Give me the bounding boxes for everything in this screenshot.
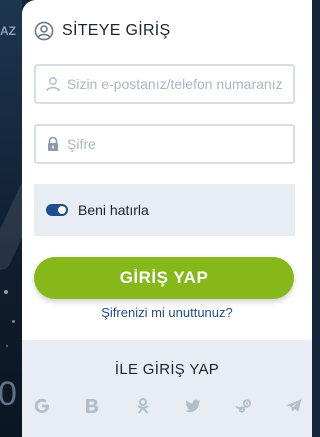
login-header: SİTEYE GİRİŞ bbox=[34, 20, 171, 42]
social-icons-row bbox=[32, 396, 304, 416]
forgot-password-link[interactable]: Şifrenizi mi unuttunuz? bbox=[22, 305, 312, 320]
remember-me-row: Beni hatırla bbox=[34, 184, 295, 236]
telegram-icon[interactable] bbox=[284, 396, 304, 416]
password-field[interactable] bbox=[34, 124, 295, 164]
page-title: SİTEYE GİRİŞ bbox=[62, 22, 171, 39]
background-text-fragment: AZ bbox=[0, 24, 16, 38]
background-number-fragment: 0 bbox=[0, 375, 17, 413]
vk-icon[interactable] bbox=[82, 396, 102, 416]
remember-me-label[interactable]: Beni hatırla bbox=[78, 202, 149, 218]
toggle-knob bbox=[58, 206, 66, 214]
user-circle-icon bbox=[34, 21, 54, 41]
background-sparkle bbox=[6, 345, 8, 347]
login-button[interactable]: GİRİŞ YAP bbox=[34, 257, 294, 299]
remember-me-toggle[interactable] bbox=[46, 204, 68, 216]
background-light-streak bbox=[0, 180, 22, 270]
steam-icon[interactable] bbox=[234, 396, 254, 416]
lock-icon bbox=[48, 136, 58, 151]
login-panel: SİTEYE GİRİŞ Beni hatırla GİRİŞ YAP Şifr… bbox=[22, 0, 312, 437]
background-left-strip: AZ 0 bbox=[0, 0, 22, 437]
email-field[interactable] bbox=[34, 64, 295, 104]
social-login-title: İLE GİRİŞ YAP bbox=[114, 361, 220, 378]
background-sparkle bbox=[4, 290, 8, 294]
google-icon[interactable] bbox=[32, 396, 52, 416]
password-input[interactable] bbox=[67, 136, 293, 152]
social-login-section: İLE GİRİŞ YAP bbox=[22, 340, 312, 437]
background-sparkle bbox=[12, 320, 15, 323]
email-input[interactable] bbox=[67, 76, 293, 92]
twitter-icon[interactable] bbox=[183, 396, 203, 416]
odnoklassniki-icon[interactable] bbox=[133, 396, 153, 416]
user-icon bbox=[46, 77, 60, 92]
